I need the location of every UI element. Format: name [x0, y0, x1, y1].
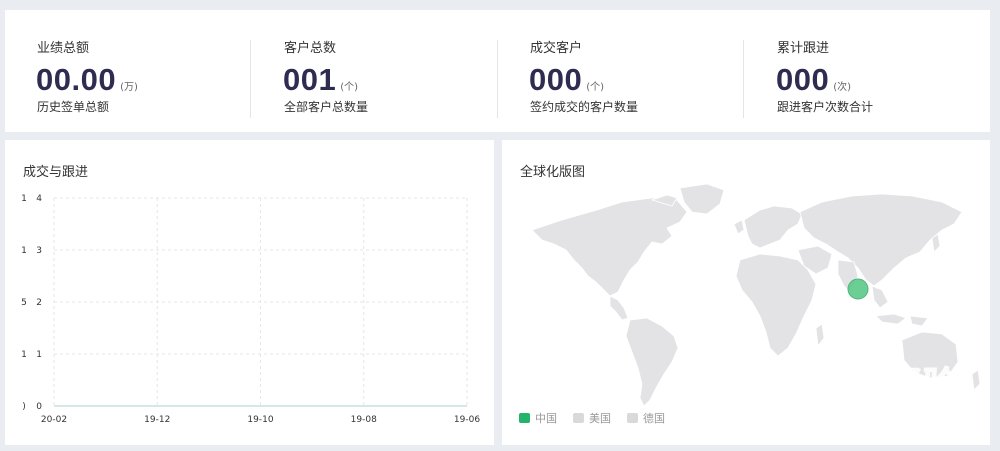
deal-followup-chart-card: 成交与跟进 4 1 3 1 2 5 1 1 0) 20-02 19-12 19-10 19-08 19-0… — [5, 140, 494, 445]
y-axis-mark: ) — [22, 402, 26, 412]
map-legend: 中国 美国 德国 — [519, 410, 681, 426]
y-tick-label: 0 — [36, 402, 42, 412]
legend-item-usa[interactable]: 美国 — [573, 410, 611, 426]
stat-value: 000 — [776, 62, 830, 97]
x-tick-label: 19-12 — [144, 415, 170, 425]
stat-label: 累计跟进 — [777, 41, 830, 56]
stat-value: 000 — [529, 62, 583, 97]
stat-label: 客户总数 — [284, 41, 337, 56]
legend-item-china[interactable]: 中国 — [519, 410, 557, 426]
stat-unit: (次) — [833, 82, 852, 93]
deal-followup-chart: 413125110)20-02 19-12 19-10 19-08 19-06 — [21, 194, 480, 425]
watermark-logo-text: Baidu经验 — [780, 365, 957, 405]
stat-label: 成交客户 — [530, 41, 583, 56]
stat-desc: 历史签单总额 — [37, 100, 110, 114]
china-bubble[interactable] — [847, 278, 869, 300]
legend-swatch — [627, 413, 638, 423]
legend-swatch — [519, 413, 530, 423]
y-tick-label: 2 — [36, 298, 42, 308]
north-america-shape — [609, 295, 629, 321]
stat-unit: (个) — [586, 82, 605, 93]
legend-label: 德国 — [643, 412, 665, 425]
x-tick-label: 19-06 — [454, 415, 480, 425]
stat-value: 001 — [283, 62, 337, 97]
stats-panel: 业绩总额 00.00 (万) 历史签单总额 客户总数 001 (个) 全部客户总… — [5, 10, 990, 132]
stat-label: 业绩总额 — [37, 41, 90, 56]
baidu-jingyan-watermark: Baidu经验 jingyan.baidu.com — [779, 343, 990, 426]
y-axis-mark: 5 — [21, 298, 27, 308]
stat-desc: 跟进客户次数合计 — [777, 100, 874, 114]
legend-label: 中国 — [535, 412, 557, 425]
indonesia-shape — [875, 313, 907, 325]
europe-shape — [743, 205, 803, 249]
divider — [250, 40, 251, 118]
south-america-shape — [625, 317, 679, 407]
divider — [743, 40, 744, 118]
greenland-shape — [679, 183, 725, 215]
x-tick-label: 19-10 — [247, 415, 273, 425]
y-tick-label: 1 — [36, 350, 42, 360]
indonesia-shape — [909, 315, 929, 327]
y-tick-label: 3 — [36, 246, 42, 256]
legend-label: 美国 — [589, 412, 611, 425]
stat-value: 00.00 — [36, 62, 117, 97]
stat-unit: (个) — [340, 82, 359, 93]
north-america-shape — [531, 197, 688, 297]
watermark-url: jingyan.baidu.com — [855, 407, 990, 426]
x-tick-label: 19-08 — [351, 415, 377, 425]
x-tick-label: 20-02 — [41, 415, 67, 425]
stat-desc: 签约成交的客户数量 — [530, 100, 639, 114]
southeast-asia-shape — [871, 285, 889, 309]
legend-item-germany[interactable]: 德国 — [627, 410, 665, 426]
divider — [497, 40, 498, 118]
stat-desc: 全部客户总数量 — [284, 100, 369, 114]
y-tick-label: 4 — [36, 194, 42, 204]
stat-unit: (万) — [120, 82, 138, 93]
legend-swatch — [573, 413, 584, 423]
y-axis-mark: 1 — [21, 246, 27, 256]
y-axis-mark: 1 — [21, 350, 27, 360]
y-axis-mark: 1 — [21, 194, 27, 204]
europe-shape — [733, 219, 745, 235]
